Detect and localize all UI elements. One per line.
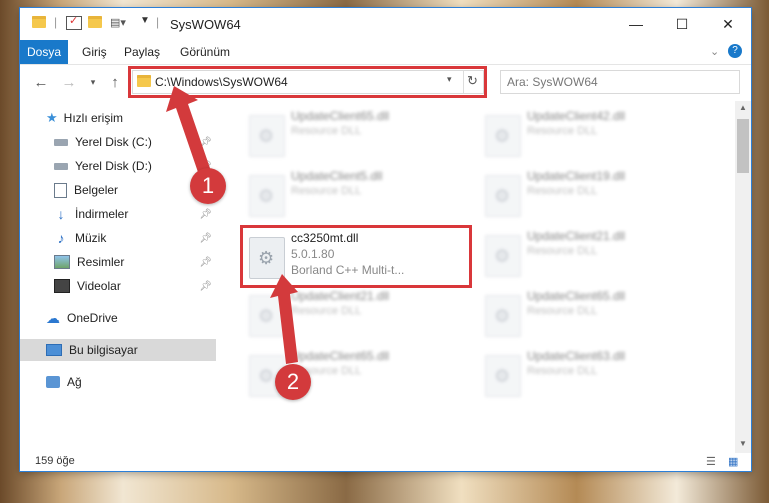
minimize-button[interactable]: — xyxy=(613,8,659,40)
documents-icon xyxy=(54,182,67,198)
sidebar-item-label: OneDrive xyxy=(67,311,118,325)
step-badge-2: 2 xyxy=(275,364,311,400)
file-name: UpdateClient5.dll xyxy=(291,169,383,183)
file-description: Resource DLL xyxy=(527,305,598,317)
sidebar-item-label: Yerel Disk (C:) xyxy=(75,135,152,149)
file-name: UpdateClient21.dll xyxy=(527,229,626,243)
sidebar-item-label: Hızlı erişim xyxy=(63,111,123,125)
pictures-icon xyxy=(54,255,70,269)
file-item[interactable]: ⚙ UpdateClient65.dll Resource DLL xyxy=(481,287,701,339)
window-title: SysWOW64 xyxy=(170,17,241,32)
sidebar-item-label: Videolar xyxy=(77,279,121,293)
pin-icon[interactable]: 📌︎ xyxy=(199,233,212,244)
file-item[interactable]: ⚙ UpdateClient42.dll Resource DLL xyxy=(481,107,701,159)
forward-icon[interactable]: → xyxy=(60,73,78,91)
properties-icon[interactable]: ✓ xyxy=(66,15,82,30)
file-item[interactable]: ⚙ UpdateClient5.dll Resource DLL xyxy=(245,167,465,219)
details-view-icon[interactable]: ☰ xyxy=(706,455,716,468)
search-input[interactable]: Ara: SysWOW64 xyxy=(507,75,598,89)
cloud-icon: ☁ xyxy=(46,310,60,326)
file-item[interactable]: ⚙ UpdateClient63.dll Resource DLL xyxy=(481,347,701,399)
dropdown-icon[interactable]: ▼ xyxy=(140,15,150,26)
sidebar-item-music[interactable]: ♪ Müzik 📌︎ xyxy=(20,227,216,249)
sidebar-item-network[interactable]: Ağ xyxy=(20,371,216,393)
sidebar-item-label: Resimler xyxy=(77,255,125,269)
scrollbar-thumb[interactable] xyxy=(737,119,749,173)
sidebar-item-label: Yerel Disk (D:) xyxy=(75,159,152,173)
search-box[interactable]: Ara: SysWOW64 xyxy=(500,70,740,94)
sidebar-item-pictures[interactable]: Resimler 📌︎ xyxy=(20,251,216,273)
sidebar-item-label: İndirmeler xyxy=(75,207,129,221)
tab-gorunum[interactable]: Görünüm xyxy=(180,40,230,64)
file-description: Resource DLL xyxy=(527,185,598,197)
download-icon: ↓ xyxy=(57,206,65,222)
recent-locations-icon[interactable]: ▾ xyxy=(84,73,102,91)
up-icon[interactable]: ↑ xyxy=(106,73,124,91)
tab-giris[interactable]: Giriş xyxy=(82,40,107,64)
sidebar-item-label: Belgeler xyxy=(74,183,119,197)
videos-icon xyxy=(54,279,70,293)
pin-icon[interactable]: 📌︎ xyxy=(199,209,212,220)
folder-icon xyxy=(32,16,46,28)
drive-icon xyxy=(54,162,68,170)
sidebar-item-videos[interactable]: Videolar 📌︎ xyxy=(20,275,216,297)
star-icon: ★ xyxy=(46,110,58,125)
maximize-button[interactable]: ☐ xyxy=(659,8,705,40)
music-icon: ♪ xyxy=(57,230,65,246)
file-item[interactable]: ⚙ UpdateClient21.dll Resource DLL xyxy=(481,227,701,279)
file-name: UpdateClient63.dll xyxy=(527,349,626,363)
file-name: UpdateClient42.dll xyxy=(527,109,626,123)
new-folder-icon[interactable] xyxy=(88,16,102,28)
close-button[interactable]: ✕ xyxy=(705,8,751,40)
pin-icon[interactable]: 📌︎ xyxy=(199,257,212,268)
separator: | xyxy=(54,15,58,29)
customize-quick-access-icon[interactable]: ▤▾ xyxy=(110,16,126,29)
large-icons-view-icon[interactable]: ▦ xyxy=(728,455,738,468)
file-item[interactable]: ⚙ UpdateClient65.dll Resource DLL xyxy=(245,107,465,159)
file-description: Resource DLL xyxy=(527,125,598,137)
file-name: UpdateClient19.dll xyxy=(527,169,626,183)
help-icon[interactable]: ? xyxy=(728,44,742,58)
back-icon[interactable]: ← xyxy=(32,73,50,91)
file-item[interactable]: ⚙ UpdateClient19.dll Resource DLL xyxy=(481,167,701,219)
dll-file-icon: ⚙ xyxy=(485,175,521,217)
sidebar-item-downloads[interactable]: ↓ İndirmeler 📌︎ xyxy=(20,203,216,225)
file-description: Resource DLL xyxy=(291,125,362,137)
dll-file-icon: ⚙ xyxy=(249,175,285,217)
computer-icon xyxy=(46,344,62,356)
step-badge-1: 1 xyxy=(190,168,226,204)
dll-file-icon: ⚙ xyxy=(485,295,521,337)
sidebar-item-this-pc[interactable]: Bu bilgisayar xyxy=(20,339,216,361)
drive-icon xyxy=(54,138,68,146)
sidebar-item-label: Bu bilgisayar xyxy=(69,343,138,357)
sidebar-item-label: Ağ xyxy=(67,375,82,389)
vertical-scrollbar[interactable]: ▲ ▼ xyxy=(735,101,751,453)
scroll-up-icon[interactable]: ▲ xyxy=(739,103,747,112)
pin-icon[interactable]: 📌︎ xyxy=(199,281,212,292)
file-description: Resource DLL xyxy=(291,185,362,197)
sidebar-item-onedrive[interactable]: ☁ OneDrive xyxy=(20,307,216,329)
tab-paylas[interactable]: Paylaş xyxy=(124,40,160,64)
ribbon-expand-icon[interactable]: ⌄ xyxy=(710,45,719,58)
file-name: UpdateClient65.dll xyxy=(527,289,626,303)
tab-dosya[interactable]: Dosya xyxy=(20,40,68,64)
file-name: UpdateClient65.dll xyxy=(291,109,390,123)
status-bar: 159 öğe ☰ ▦ xyxy=(20,453,751,471)
arrow-2-icon xyxy=(270,274,298,364)
dll-file-icon: ⚙ xyxy=(485,235,521,277)
file-description: Resource DLL xyxy=(527,365,598,377)
dll-file-icon: ⚙ xyxy=(249,115,285,157)
item-count: 159 öğe xyxy=(35,455,75,467)
dll-file-icon: ⚙ xyxy=(485,355,521,397)
file-description: Resource DLL xyxy=(527,245,598,257)
dll-file-icon: ⚙ xyxy=(485,115,521,157)
separator: | xyxy=(156,15,160,29)
ribbon-tabs: Dosya Giriş Paylaş Görünüm ⌄ ? xyxy=(20,40,751,65)
scroll-down-icon[interactable]: ▼ xyxy=(739,439,747,448)
sidebar-item-label: Müzik xyxy=(75,231,107,245)
network-icon xyxy=(46,376,60,388)
title-bar: | ✓ ▤▾ ▼ | SysWOW64 — ☐ ✕ xyxy=(20,8,751,40)
